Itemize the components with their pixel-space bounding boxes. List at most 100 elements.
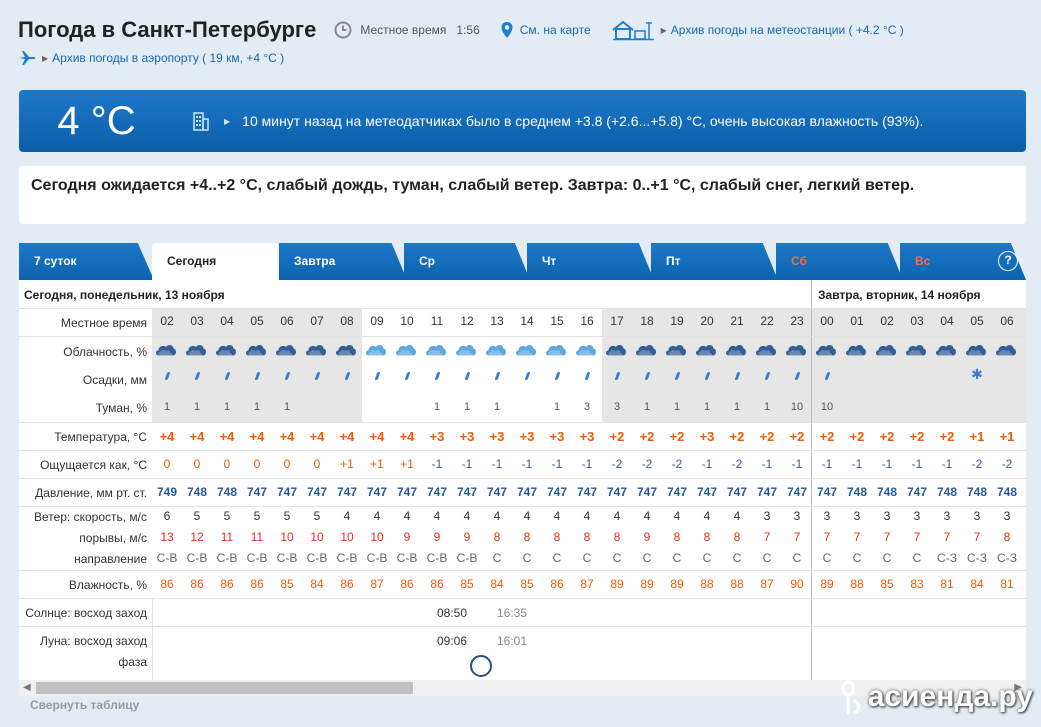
tab-2[interactable]: Завтра <box>279 243 407 280</box>
weather-station-icon <box>612 20 654 41</box>
hours-cell: 14 <box>520 314 534 328</box>
fog-cell: 3 <box>613 401 621 413</box>
wind-cell: 3 <box>913 509 921 523</box>
tab-label[interactable]: Сегодня <box>167 254 216 268</box>
cloud-icon <box>486 344 506 356</box>
fog-cell: 1 <box>253 401 261 413</box>
cloud-icon <box>246 344 266 356</box>
gusts-cell: 9 <box>403 530 411 544</box>
feels-cell: -1 <box>461 457 473 471</box>
direction-cell: С <box>732 551 742 565</box>
humidity-cell: 85 <box>460 577 474 591</box>
current-weather-bar: 4 °C ▶ 10 минут назад на метеодатчиках б… <box>19 90 1026 152</box>
humidity-cell: 86 <box>220 577 234 591</box>
gusts-cell: 7 <box>913 530 921 544</box>
tab-label[interactable]: 7 суток <box>34 254 77 268</box>
feels-cell: -1 <box>431 457 443 471</box>
gusts-cell: 7 <box>793 530 801 544</box>
time-row-label: Местное время <box>60 316 147 330</box>
pressure-cell: 747 <box>276 485 298 499</box>
hours-cell: 17 <box>610 314 624 328</box>
direction-cell: С <box>822 551 832 565</box>
gusts-cell: 8 <box>613 530 621 544</box>
station-archive[interactable]: ▶ Архив погоды на метеостанции ( +4.2 °C… <box>611 19 904 41</box>
sun-set-label: заход <box>115 606 147 620</box>
temp-cell: +2 <box>609 429 625 444</box>
tab-0[interactable]: 7 суток <box>19 243 154 280</box>
fog-cell: 1 <box>763 401 771 413</box>
fog-cell: 10 <box>820 401 834 413</box>
temp-cell: +4 <box>309 429 325 444</box>
wind-cell: 4 <box>613 509 621 523</box>
tab-label[interactable]: Завтра <box>294 254 335 268</box>
tab-label[interactable]: Ср <box>419 254 435 268</box>
tab-label[interactable]: Вс <box>915 254 930 268</box>
gusts-cell: 8 <box>553 530 561 544</box>
temp-cell: +2 <box>759 429 775 444</box>
map-link-label[interactable]: См. на карте <box>520 23 591 37</box>
scroll-thumb[interactable] <box>36 682 413 694</box>
humidity-cell: 83 <box>910 577 924 591</box>
feels-cell: 0 <box>253 457 261 471</box>
tab-4[interactable]: Чт <box>527 243 654 280</box>
feels-cell: 0 <box>163 457 171 471</box>
wind-cell: 3 <box>883 509 891 523</box>
map-link[interactable]: См. на карте <box>500 21 591 39</box>
hours-cell: 03 <box>190 314 204 328</box>
airport-archive-label[interactable]: Архив погоды в аэропорту ( 19 км, +4 °C … <box>52 51 284 65</box>
pressure-cell: 747 <box>396 485 418 499</box>
pressure-cell: 747 <box>666 485 688 499</box>
temp-cell: +3 <box>699 429 715 444</box>
gusts-cell: 7 <box>973 530 981 544</box>
scroll-left-icon[interactable]: ◀ <box>23 682 31 693</box>
tab-label[interactable]: Сб <box>791 254 807 268</box>
watermark-text: асиенда.ру <box>867 680 1033 713</box>
tab-5[interactable]: Пт <box>651 243 778 280</box>
temp-cell: +2 <box>849 429 865 444</box>
direction-cell: С-З <box>997 551 1017 565</box>
forecast-table: Сегодня, понедельник, 13 ноября Завтра, … <box>19 280 1026 680</box>
tab-3[interactable]: Ср <box>404 243 530 280</box>
direction-cell: С <box>882 551 892 565</box>
feels-cell: -1 <box>761 457 773 471</box>
cloud-icon <box>996 344 1016 356</box>
humidity-cell: 84 <box>970 577 984 591</box>
pressure-cell: 747 <box>336 485 358 499</box>
wind-cell: 4 <box>403 509 411 523</box>
moon-phase-icon <box>470 655 492 677</box>
gusts-cell: 8 <box>1003 530 1011 544</box>
station-archive-label[interactable]: Архив погоды на метеостанции ( +4.2 °C ) <box>671 23 904 37</box>
collapse-table-button[interactable]: Свернуть таблицу <box>30 698 139 712</box>
hours-cell: 19 <box>670 314 684 328</box>
hours-cell: 23 <box>790 314 804 328</box>
current-message: 10 минут назад на метеодатчиках было в с… <box>242 113 924 129</box>
wind-cell: 5 <box>283 509 291 523</box>
gusts-cell: 9 <box>643 530 651 544</box>
direction-cell: С <box>912 551 922 565</box>
tab-label[interactable]: Чт <box>542 254 556 268</box>
pressure-cell: 747 <box>786 485 808 499</box>
pressure-cell: 748 <box>216 485 238 499</box>
airport-archive[interactable]: ▶ Архив погоды в аэропорту ( 19 км, +4 °… <box>18 50 284 66</box>
cloud-icon <box>276 344 296 356</box>
wind-row-label: Ветер: скорость, м/с <box>33 510 147 524</box>
gusts-cell: 8 <box>673 530 681 544</box>
page-title: Погода в Санкт-Петербурге <box>18 17 317 42</box>
tab-1[interactable]: Сегодня <box>152 243 278 280</box>
precip-row-label: Осадки, мм <box>82 373 147 387</box>
wind-cell: 4 <box>493 509 501 523</box>
pressure-cell: 747 <box>546 485 568 499</box>
tab-6[interactable]: Сб <box>776 243 903 280</box>
pressure-cell: 748 <box>846 485 868 499</box>
gusts-cell: 10 <box>280 530 294 544</box>
fog-cell: 10 <box>790 401 804 413</box>
tab-label[interactable]: Пт <box>666 254 681 268</box>
temp-cell: +2 <box>789 429 805 444</box>
gusts-cell: 13 <box>160 530 174 544</box>
temp-cell: +3 <box>549 429 565 444</box>
humidity-cell: 87 <box>370 577 384 591</box>
help-icon[interactable]: ? <box>998 251 1018 271</box>
feels-cell: -1 <box>701 457 713 471</box>
moon-row-label: Луна: восход заход <box>19 634 152 648</box>
wind-cell: 4 <box>673 509 681 523</box>
